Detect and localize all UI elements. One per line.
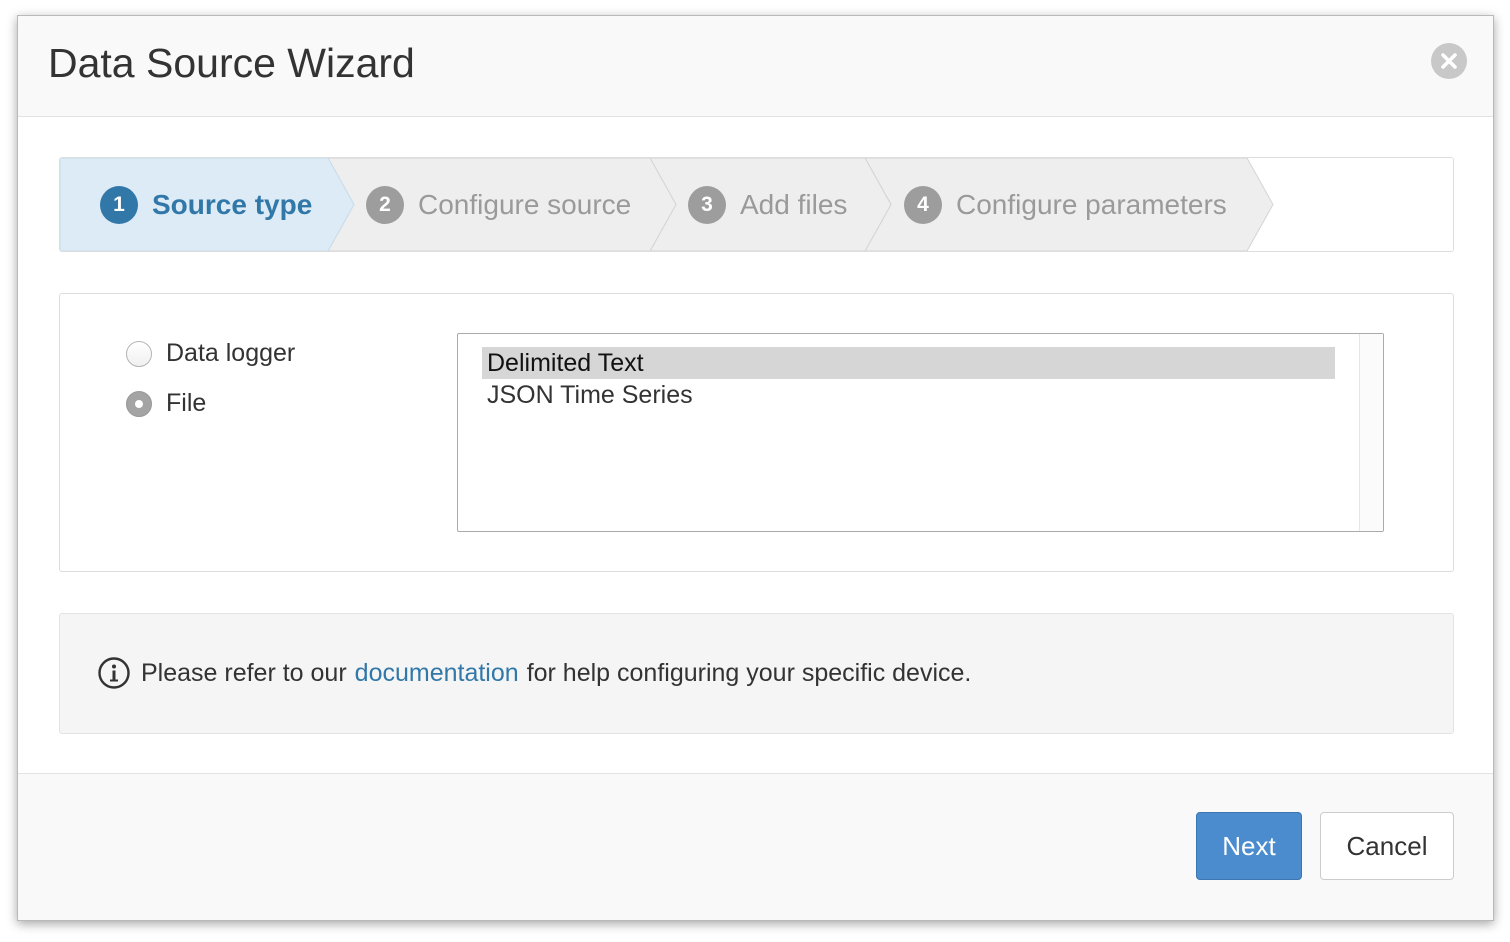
step-number: 3 — [688, 185, 726, 224]
listbox-scrollbar[interactable] — [1359, 334, 1383, 531]
radio-button[interactable] — [126, 340, 152, 367]
info-circle-icon — [98, 657, 130, 689]
list-option-json-time-series[interactable]: JSON Time Series — [482, 379, 1335, 411]
step-configure-source[interactable]: 2 Configure source — [366, 158, 631, 251]
documentation-link[interactable]: documentation — [355, 659, 519, 688]
radio-label: Data logger — [166, 339, 296, 367]
dialog-footer: Next Cancel — [18, 773, 1493, 920]
info-panel: Please refer to our documentation for he… — [59, 613, 1454, 734]
step-configure-parameters[interactable]: 4 Configure parameters — [904, 158, 1227, 251]
cancel-button[interactable]: Cancel — [1320, 812, 1454, 880]
close-icon — [1441, 53, 1457, 69]
radio-data-logger[interactable]: Data logger — [126, 339, 295, 368]
step-number: 4 — [904, 185, 942, 224]
list-option-delimited-text[interactable]: Delimited Text — [482, 347, 1335, 379]
step-number: 1 — [100, 185, 138, 224]
file-type-listbox[interactable]: Delimited Text JSON Time Series — [457, 333, 1384, 532]
step-number: 2 — [366, 185, 404, 224]
info-text-before: Please refer to our — [141, 658, 347, 687]
step-source-type[interactable]: 1 Source type — [100, 158, 312, 251]
info-text-after: for help configuring your specific devic… — [526, 658, 972, 687]
step-label: Configure source — [418, 188, 632, 220]
step-label: Add files — [740, 188, 848, 220]
dialog-header: Data Source Wizard — [18, 16, 1493, 117]
radio-file[interactable]: File — [126, 389, 206, 418]
step-label: Configure parameters — [956, 188, 1227, 220]
next-button[interactable]: Next — [1196, 812, 1302, 880]
step-label: Source type — [152, 188, 313, 220]
source-type-panel: Data logger File Delimited Text JSON Tim… — [59, 293, 1454, 572]
radio-label: File — [166, 389, 207, 417]
close-button[interactable] — [1431, 43, 1467, 79]
wizard-steps: 1 Source type 2 Configure source 3 Add f… — [59, 157, 1454, 252]
step-add-files[interactable]: 3 Add files — [688, 158, 847, 251]
dialog-title: Data Source Wizard — [48, 40, 415, 86]
info-message: Please refer to our documentation for he… — [97, 656, 971, 690]
data-source-wizard-dialog: Data Source Wizard 1 Source type 2 Confi… — [17, 15, 1494, 921]
radio-button[interactable] — [126, 390, 152, 417]
